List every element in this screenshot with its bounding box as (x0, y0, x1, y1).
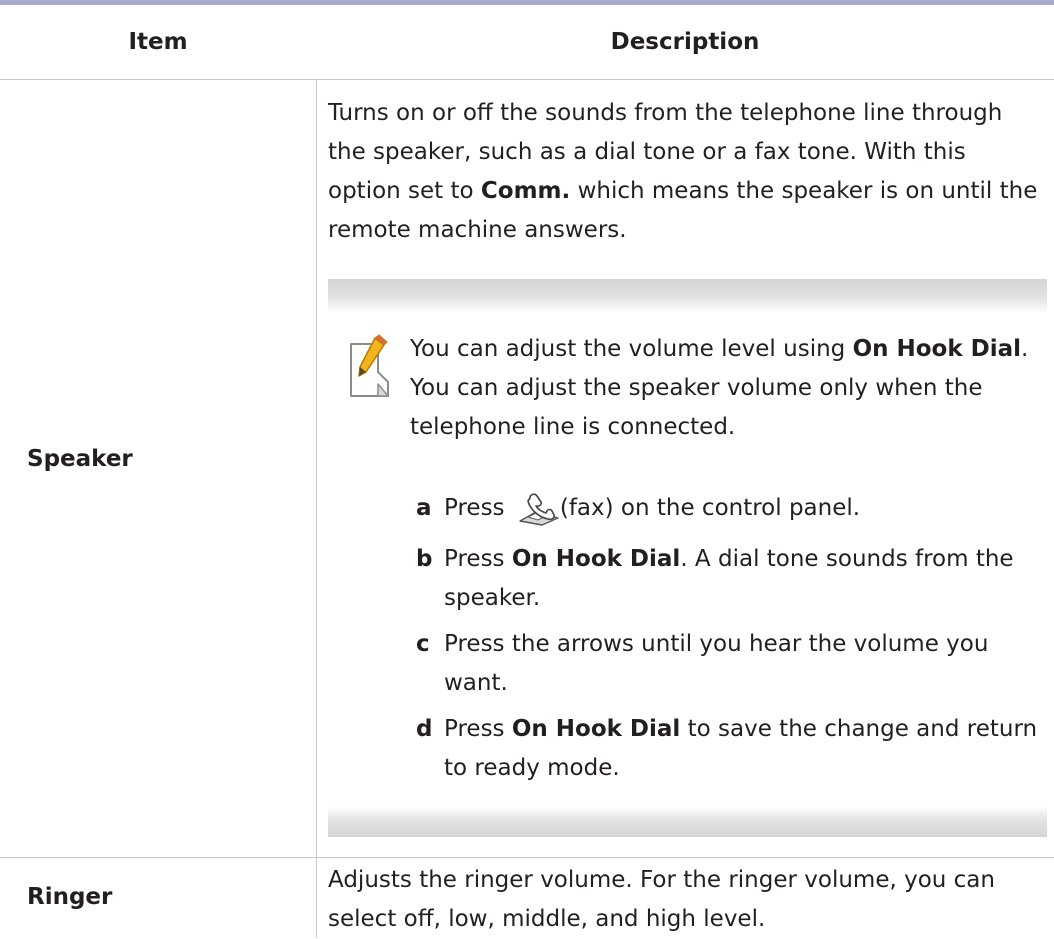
fax-icon (519, 492, 559, 526)
note-text: You can adjust the volume level using On… (410, 330, 1046, 447)
step-letter: b (416, 546, 433, 572)
speaker-description: Turns on or off the sounds from the tele… (328, 94, 1043, 250)
step-b-text: Press (444, 546, 512, 572)
speaker-description-bold: Comm. (480, 178, 571, 204)
note-text-start: You can adjust the volume level using (410, 336, 853, 362)
note-pencil-icon (350, 334, 389, 397)
manual-page: Item Description Speaker Turns on or off… (0, 0, 1054, 938)
column-header-description: Description (610, 29, 760, 55)
ringer-description: Adjusts the ringer volume. For the ringe… (328, 867, 995, 932)
step-a-text: Press (444, 495, 512, 521)
step-text: Press (fax) on the control panel. (444, 489, 1044, 528)
step-text: Press the arrows until you hear the volu… (444, 631, 989, 696)
step-text: Press On Hook Dial to save the change an… (444, 710, 1044, 788)
item-speaker: Speaker (27, 446, 133, 472)
header-divider (0, 79, 1054, 80)
note-shade-top (328, 279, 1047, 313)
step-letter: d (416, 716, 433, 742)
step-letter: a (416, 495, 432, 521)
step-b-bold: On Hook Dial (511, 546, 681, 572)
column-divider (316, 79, 317, 938)
step-d-bold: On Hook Dial (511, 716, 681, 742)
step-text: Press On Hook Dial. A dial tone sounds f… (444, 540, 1044, 618)
step-a-text-end: (fax) on the control panel. (559, 495, 861, 521)
item-ringer: Ringer (27, 884, 113, 910)
step-letter: c (416, 631, 430, 657)
step-d-text: Press (444, 716, 512, 742)
column-header-item: Item (128, 29, 188, 55)
note-shade-bottom (328, 806, 1047, 837)
row-divider (0, 857, 1054, 858)
note-text-bold: On Hook Dial (852, 336, 1022, 362)
